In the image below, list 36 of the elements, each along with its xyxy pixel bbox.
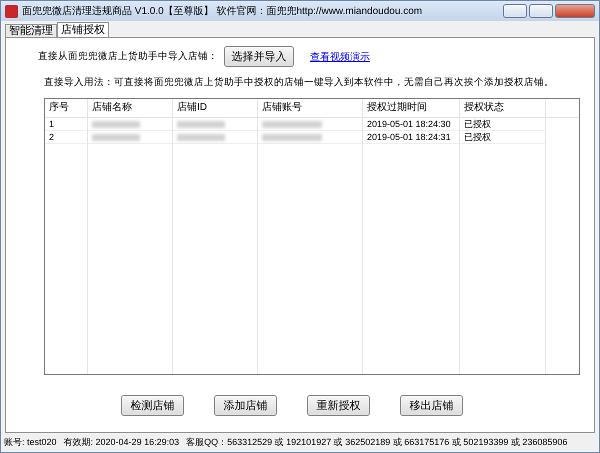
tab[interactable]: 智能清理 [5, 24, 57, 37]
blurred-cell [262, 134, 322, 140]
table-cell: 2019-05-01 18:24:30 [363, 118, 459, 131]
action-button[interactable]: 检测店铺 [121, 395, 184, 416]
action-button[interactable]: 重新授权 [307, 395, 370, 416]
blurred-cell [177, 120, 225, 128]
column-header: 序号 [45, 99, 87, 118]
action-button[interactable]: 移出店铺 [400, 395, 463, 416]
table-cell: 1 [45, 118, 87, 131]
close-button[interactable] [555, 4, 595, 18]
maximize-button[interactable] [529, 4, 553, 18]
blurred-cell [177, 134, 225, 140]
usage-hint: 直接导入用法：可直接将面兜兜微店上货助手中授权的店铺一键导入到本软件中，无需自己再次挨个添加授权店铺。 [44, 76, 555, 89]
blurred-cell [92, 134, 140, 140]
column-header: 店铺ID [173, 99, 257, 118]
column-header: 授权状态 [460, 99, 545, 118]
tab[interactable]: 店铺授权 [57, 22, 109, 37]
minimize-button[interactable] [503, 4, 527, 18]
app-icon [5, 4, 18, 18]
blurred-cell [262, 120, 322, 128]
action-button[interactable]: 添加店铺 [214, 395, 277, 416]
video-demo-link[interactable]: 查看视频演示 [310, 50, 370, 64]
support-text: 客服QQ：563312529 或 192101927 或 362502189 或 663175176 或 502193399 或 236085906 [186, 436, 568, 449]
table-cell: 已授权 [460, 131, 545, 144]
window-title: 面兜兜微店清理违规商品 V1.0.0【至尊版】 软件官网：面兜兜http://www.miandoudou.com [22, 4, 424, 18]
column-header: 店铺名称 [88, 99, 172, 118]
import-button[interactable]: 选择并导入 [224, 46, 294, 67]
table-cell: 2 [45, 131, 87, 144]
table-cell: 已授权 [460, 118, 545, 131]
expiry-text: 有效期: 2020-04-29 16:29:03 [64, 436, 180, 449]
column-header: 授权过期时间 [363, 99, 459, 118]
table-cell: 2019-05-01 18:24:31 [363, 131, 459, 144]
column-header: 店铺账号 [258, 99, 362, 118]
account-text: 账号: test020 [4, 436, 57, 449]
import-label: 直接从面兜兜微店上货助手中导入店铺： [38, 50, 218, 63]
blurred-cell [92, 120, 140, 128]
